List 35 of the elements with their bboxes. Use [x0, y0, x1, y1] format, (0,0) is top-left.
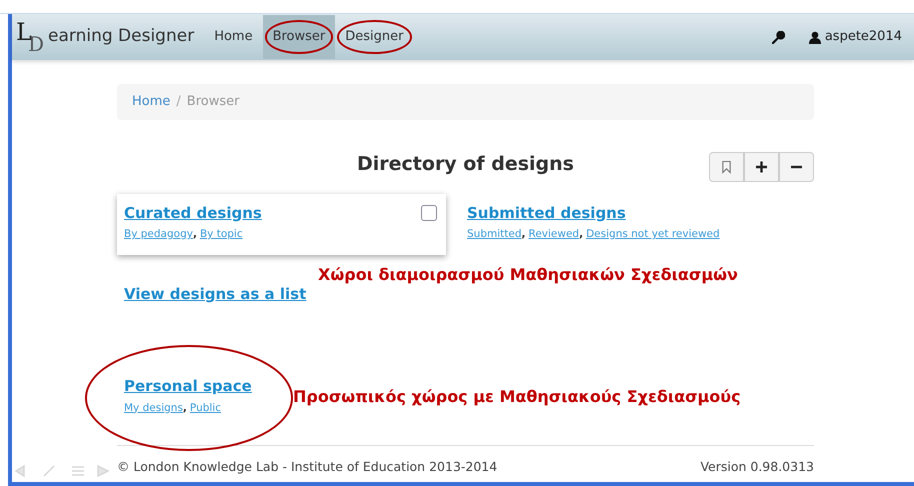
breadcrumb-item: Browser	[186, 93, 240, 111]
bookmark-icon	[721, 160, 732, 174]
sub-link[interactable]: Reviewed	[528, 228, 580, 240]
comma: ,	[182, 402, 187, 414]
comma: ,	[192, 228, 197, 240]
sub-link[interactable]: By topic	[200, 228, 243, 240]
user-icon	[808, 30, 821, 44]
nav-tab[interactable]: Designer	[335, 15, 414, 59]
version-text: Version 0.98.0313	[700, 458, 814, 476]
comma: ,	[579, 228, 584, 240]
annotation-text: Χώροι διαμοιρασμού Μαθησιακών Σχεδιασμών	[318, 264, 738, 284]
minus-button[interactable]	[779, 152, 814, 182]
sub-link[interactable]: Submitted	[467, 228, 522, 240]
sub-link[interactable]: Designs not yet reviewed	[586, 228, 720, 240]
sub-link[interactable]: By pedagogy	[124, 228, 193, 240]
plus-icon	[756, 160, 767, 174]
bookmark-button[interactable]	[709, 152, 744, 182]
user-name[interactable]: aspete2014	[824, 27, 902, 47]
space-title-link[interactable]: Submitted designs	[467, 204, 626, 222]
plus-button[interactable]	[744, 152, 779, 182]
space-title-link[interactable]: Curated designs	[124, 204, 262, 222]
breadcrumb-link[interactable]: Home	[132, 92, 170, 112]
copyright-text: © London Knowledge Lab - Institute of Education 2013-2014	[117, 458, 498, 476]
comma: ,	[522, 228, 526, 240]
nav-tab[interactable]: Browser	[262, 15, 336, 59]
checkbox[interactable]	[421, 204, 437, 220]
personal-space-link[interactable]: Personal space	[124, 377, 252, 395]
brand-name[interactable]: earning Designer	[48, 24, 194, 50]
sub-link[interactable]: My designs	[124, 402, 183, 414]
sub-link[interactable]: Public	[190, 402, 221, 414]
page-title: Directory of designs	[357, 153, 574, 176]
breadcrumb-separator: /	[175, 93, 182, 111]
annotation-text: Προσωπικός χώρος με Μαθησιακούς Σχεδιασμούς	[293, 386, 741, 408]
nav-tab[interactable]: Home	[204, 15, 263, 59]
view-list-link[interactable]: View designs as a list	[124, 284, 306, 302]
